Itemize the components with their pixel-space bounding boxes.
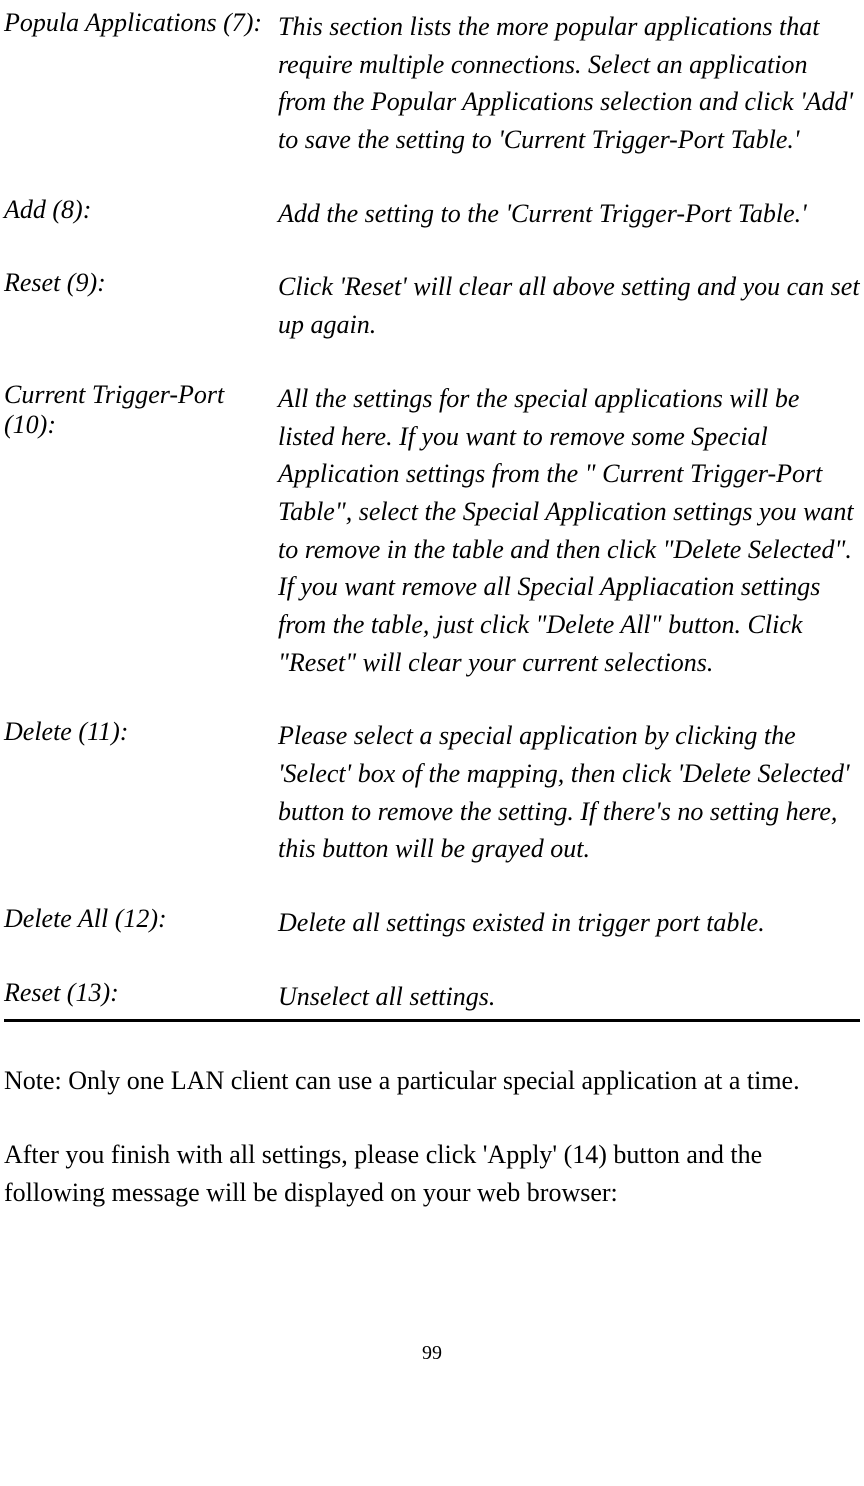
definition-term: Popula Applications (7): [4,8,278,38]
definition-row: Add (8): Add the setting to the 'Current… [4,195,860,233]
definition-term: Reset (9): [4,268,278,298]
definition-row: Delete All (12): Delete all settings exi… [4,904,860,942]
definition-description: Delete all settings existed in trigger p… [278,904,860,942]
definition-term: Delete (11): [4,717,278,747]
definition-term: Reset (13): [4,978,278,1008]
definition-row: Delete (11): Please select a special app… [4,717,860,868]
body-paragraph: After you finish with all settings, plea… [4,1136,860,1211]
definition-description: Unselect all settings. [278,978,860,1016]
definition-list: Popula Applications (7): This section li… [4,8,860,1022]
definition-row: Reset (13): Unselect all settings. [4,978,860,1016]
definition-description: Please select a special application by c… [278,717,860,868]
definition-term: Current Trigger-Port (10): [4,380,278,440]
definition-term: Delete All (12): [4,904,278,934]
definition-description: Click 'Reset' will clear all above setti… [278,268,860,343]
definition-row: Popula Applications (7): This section li… [4,8,860,159]
definition-row: Current Trigger-Port (10): All the setti… [4,380,860,682]
page-number: 99 [4,1342,860,1365]
definition-description: This section lists the more popular appl… [278,8,860,159]
definition-description: Add the setting to the 'Current Trigger-… [278,195,860,233]
definition-row: Reset (9): Click 'Reset' will clear all … [4,268,860,343]
definition-term: Add (8): [4,195,278,225]
definition-description: All the settings for the special applica… [278,380,860,682]
note-text: Note: Only one LAN client can use a part… [4,1062,860,1100]
